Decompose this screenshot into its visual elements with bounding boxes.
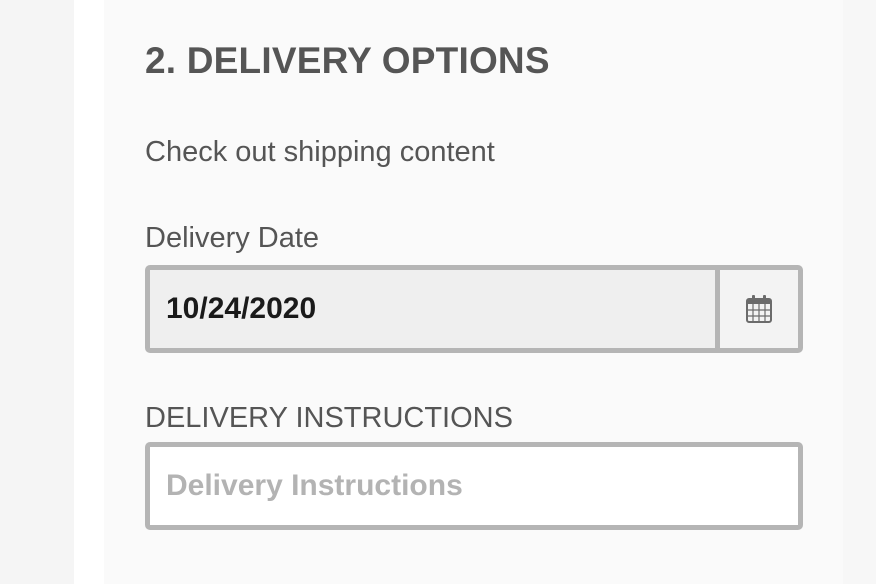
delivery-date-group (145, 265, 803, 353)
section-subtitle: Check out shipping content (145, 136, 495, 168)
calendar-button[interactable] (715, 270, 798, 348)
calendar-icon (746, 295, 772, 323)
section-title: 2. DELIVERY OPTIONS (145, 40, 550, 81)
delivery-instructions-input[interactable] (145, 442, 803, 530)
right-gutter (843, 0, 876, 584)
left-gutter (74, 0, 104, 584)
delivery-instructions-label: DELIVERY INSTRUCTIONS (145, 402, 513, 434)
delivery-date-input[interactable] (150, 270, 715, 348)
page: 2. DELIVERY OPTIONS Check out shipping c… (0, 0, 876, 584)
delivery-date-label: Delivery Date (145, 222, 320, 254)
